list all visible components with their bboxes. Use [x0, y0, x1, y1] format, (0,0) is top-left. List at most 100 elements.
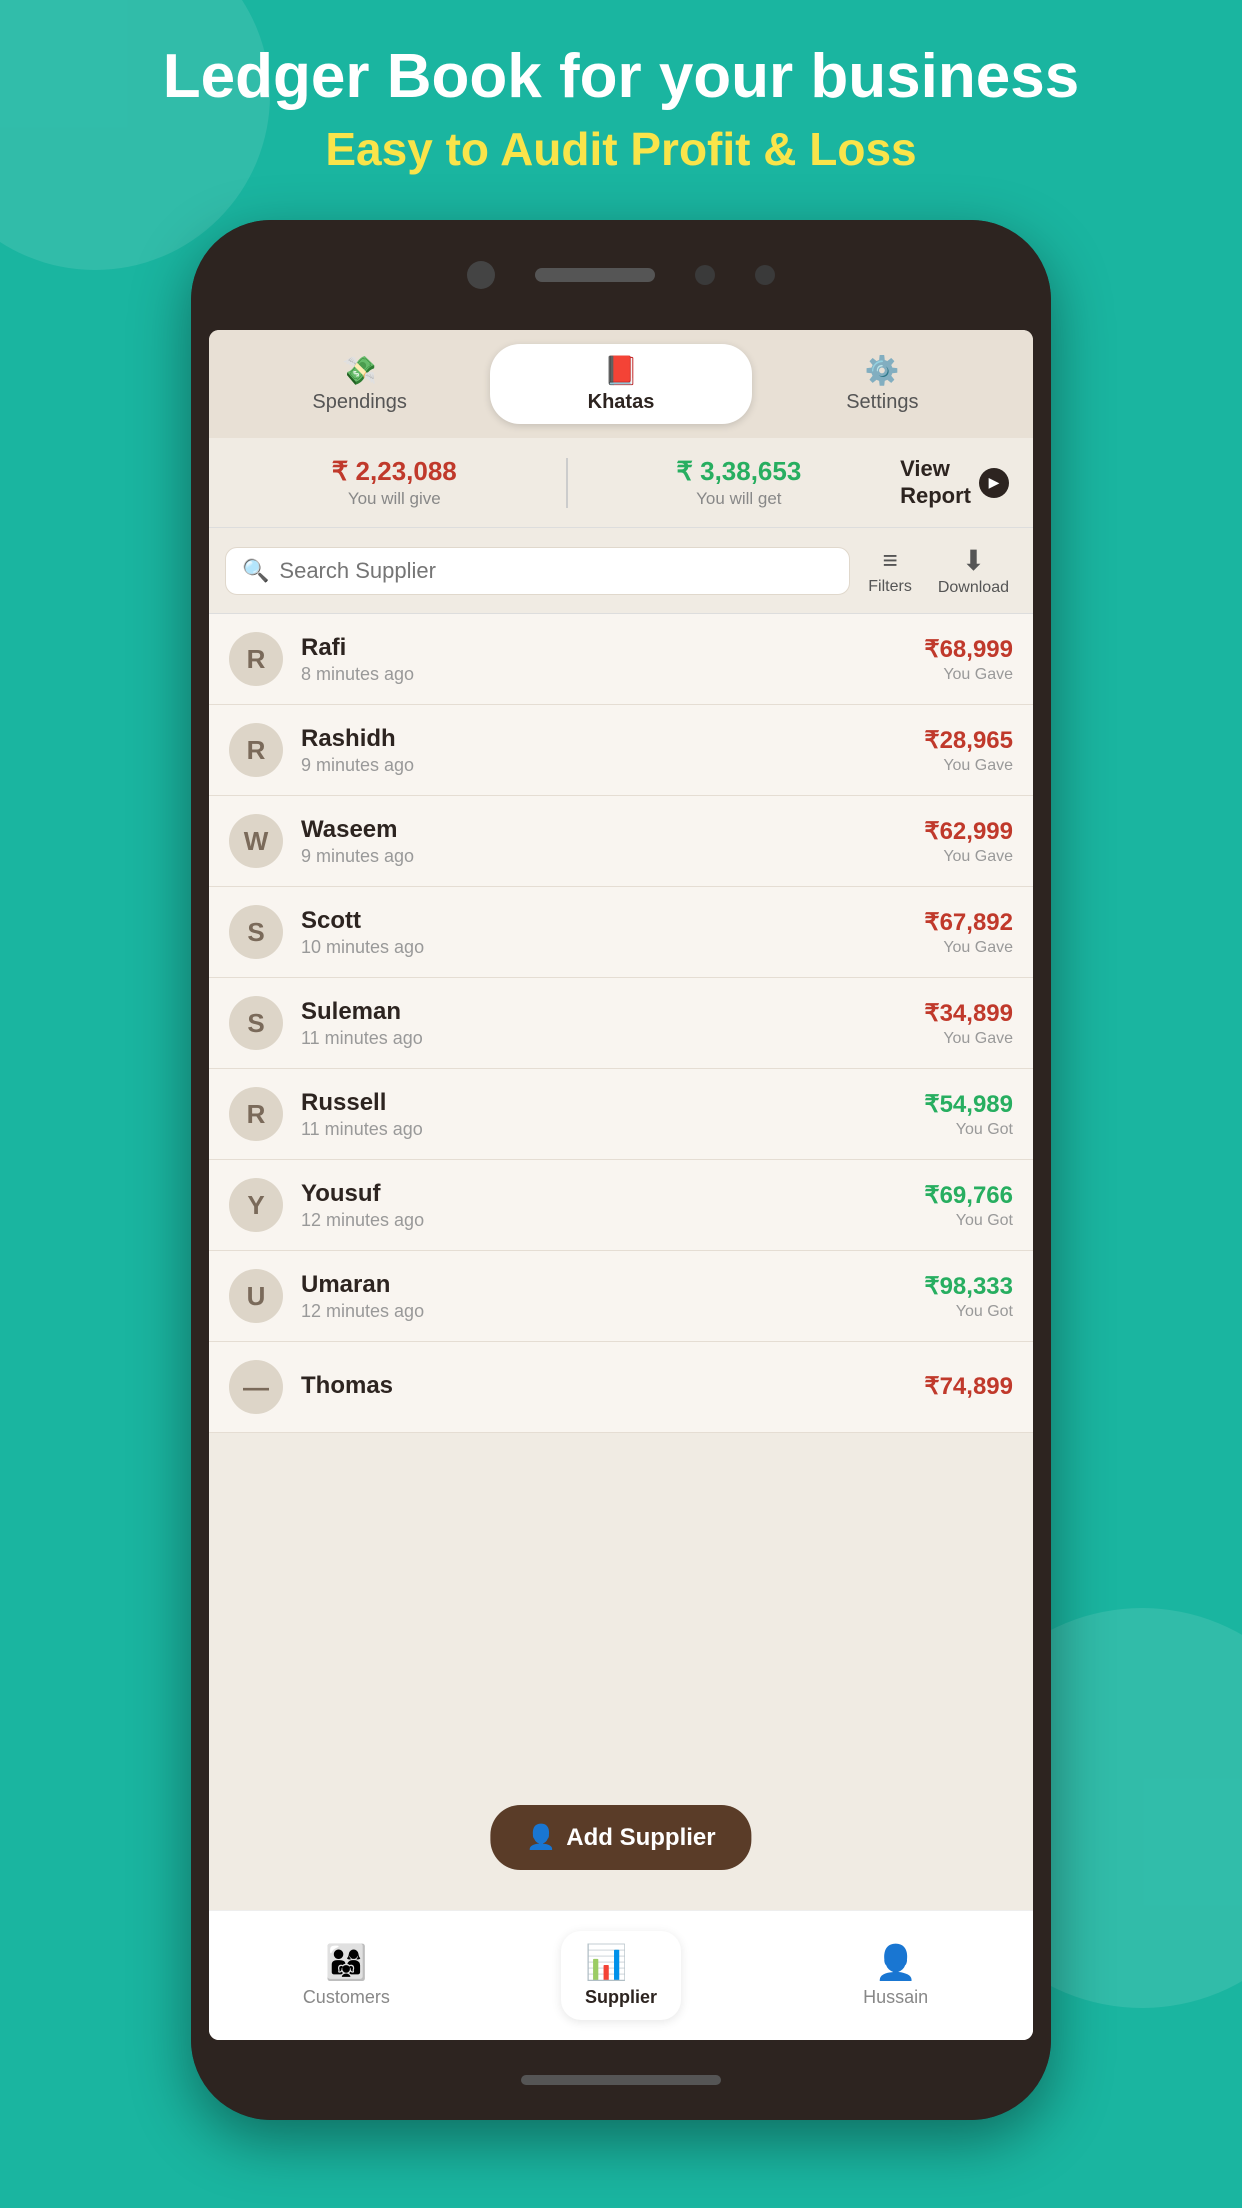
phone-frame: 💸 Spendings 📕 Khatas ⚙️ Settings ₹ 2,23,…	[191, 220, 1051, 2120]
header-title: Ledger Book for your business	[60, 40, 1182, 114]
settings-label: Settings	[846, 391, 918, 414]
supplier-name: Waseem	[301, 816, 924, 844]
phone-sensor	[695, 265, 715, 285]
search-input[interactable]	[279, 558, 833, 584]
supplier-status: You Got	[924, 1303, 1013, 1321]
bottom-nav-customers[interactable]: 👨‍👩‍👧 Customers	[209, 1933, 484, 2018]
supplier-time: 12 minutes ago	[301, 1301, 924, 1322]
supplier-time: 10 minutes ago	[301, 937, 924, 958]
list-item[interactable]: R Rafi 8 minutes ago ₹68,999 You Gave	[209, 614, 1033, 705]
supplier-name: Thomas	[301, 1372, 924, 1400]
supplier-info: Suleman 11 minutes ago	[301, 998, 924, 1049]
supplier-status: You Got	[924, 1121, 1013, 1139]
supplier-info: Umaran 12 minutes ago	[301, 1271, 924, 1322]
khatas-label: Khatas	[588, 391, 655, 414]
list-item[interactable]: S Scott 10 minutes ago ₹67,892 You Gave	[209, 887, 1033, 978]
supplier-name: Umaran	[301, 1271, 924, 1299]
list-item[interactable]: R Russell 11 minutes ago ₹54,989 You Got	[209, 1069, 1033, 1160]
phone-top-bar	[191, 220, 1051, 330]
view-report-button[interactable]: ViewReport ▶	[900, 456, 1009, 509]
list-item[interactable]: Y Yousuf 12 minutes ago ₹69,766 You Got	[209, 1160, 1033, 1251]
supplier-time: 12 minutes ago	[301, 1210, 924, 1231]
supplier-info: Rafi 8 minutes ago	[301, 634, 924, 685]
settings-icon: ⚙️	[865, 354, 900, 387]
filters-button[interactable]: ≡ Filters	[860, 541, 920, 600]
filter-icon: ≡	[882, 545, 897, 576]
supplier-info: Waseem 9 minutes ago	[301, 816, 924, 867]
screen-content: 💸 Spendings 📕 Khatas ⚙️ Settings ₹ 2,23,…	[209, 330, 1033, 2040]
supplier-status: You Gave	[924, 848, 1013, 866]
supplier-amount-section: ₹68,999 You Gave	[924, 635, 1013, 684]
summary-get: ₹ 3,38,653 You will get	[578, 456, 901, 509]
search-wrapper: 🔍	[225, 547, 850, 595]
view-report-text: ViewReport	[900, 456, 971, 509]
give-label: You will give	[233, 489, 556, 509]
supplier-avatar: R	[229, 632, 283, 686]
supplier-amount-section: ₹98,333 You Got	[924, 1272, 1013, 1321]
supplier-amount-section: ₹74,899	[924, 1372, 1013, 1403]
customers-label: Customers	[303, 1987, 390, 2008]
supplier-time: 9 minutes ago	[301, 755, 924, 776]
nav-tabs: 💸 Spendings 📕 Khatas ⚙️ Settings	[209, 330, 1033, 438]
supplier-amount-section: ₹34,899 You Gave	[924, 999, 1013, 1048]
supplier-amount-section: ₹54,989 You Got	[924, 1090, 1013, 1139]
bottom-nav-hussain[interactable]: 👤 Hussain	[758, 1933, 1033, 2018]
add-supplier-button[interactable]: 👤 Add Supplier	[490, 1805, 751, 1870]
download-icon: ⬇	[962, 544, 985, 577]
supplier-amount-section: ₹62,999 You Gave	[924, 817, 1013, 866]
give-amount: ₹ 2,23,088	[233, 456, 556, 487]
supplier-avatar: —	[229, 1360, 283, 1414]
supplier-amount-section: ₹69,766 You Got	[924, 1181, 1013, 1230]
supplier-info: Thomas	[301, 1372, 924, 1402]
supplier-amount: ₹28,965	[924, 726, 1013, 755]
supplier-amount: ₹67,892	[924, 908, 1013, 937]
supplier-name: Rafi	[301, 634, 924, 662]
supplier-list: R Rafi 8 minutes ago ₹68,999 You Gave R …	[209, 614, 1033, 1433]
tab-spendings[interactable]: 💸 Spendings	[229, 344, 490, 424]
header-section: Ledger Book for your business Easy to Au…	[0, 40, 1242, 176]
supplier-status: You Gave	[924, 757, 1013, 775]
supplier-name: Rashidh	[301, 725, 924, 753]
bottom-nav-supplier[interactable]: 📊 Supplier	[484, 1921, 759, 2030]
phone-bottom-bar	[191, 2040, 1051, 2120]
phone-speaker	[535, 268, 655, 282]
hussain-icon: 👤	[875, 1943, 917, 1983]
supplier-time: 11 minutes ago	[301, 1119, 924, 1140]
supplier-name: Yousuf	[301, 1180, 924, 1208]
supplier-name: Suleman	[301, 998, 924, 1026]
list-item[interactable]: W Waseem 9 minutes ago ₹62,999 You Gave	[209, 796, 1033, 887]
list-item[interactable]: — Thomas ₹74,899	[209, 1342, 1033, 1433]
supplier-amount: ₹69,766	[924, 1181, 1013, 1210]
supplier-avatar: Y	[229, 1178, 283, 1232]
play-icon: ▶	[979, 468, 1009, 498]
tab-khatas[interactable]: 📕 Khatas	[490, 344, 751, 424]
phone-screen: 💸 Spendings 📕 Khatas ⚙️ Settings ₹ 2,23,…	[209, 330, 1033, 2040]
supplier-status: You Gave	[924, 1030, 1013, 1048]
supplier-status: You Got	[924, 1212, 1013, 1230]
supplier-icon: 📊	[585, 1943, 657, 1983]
tab-settings[interactable]: ⚙️ Settings	[752, 344, 1013, 424]
supplier-label: Supplier	[585, 1987, 657, 2008]
list-item[interactable]: U Umaran 12 minutes ago ₹98,333 You Got	[209, 1251, 1033, 1342]
list-item[interactable]: R Rashidh 9 minutes ago ₹28,965 You Gave	[209, 705, 1033, 796]
supplier-amount: ₹34,899	[924, 999, 1013, 1028]
bottom-navigation: 👨‍👩‍👧 Customers 📊 Supplier 👤 Hussain	[209, 1910, 1033, 2040]
supplier-amount: ₹62,999	[924, 817, 1013, 846]
phone-sensor-2	[755, 265, 775, 285]
header-subtitle: Easy to Audit Profit & Loss	[60, 122, 1182, 176]
supplier-time: 9 minutes ago	[301, 846, 924, 867]
supplier-amount-section: ₹67,892 You Gave	[924, 908, 1013, 957]
supplier-amount: ₹68,999	[924, 635, 1013, 664]
supplier-info: Rashidh 9 minutes ago	[301, 725, 924, 776]
list-item[interactable]: S Suleman 11 minutes ago ₹34,899 You Gav…	[209, 978, 1033, 1069]
supplier-name: Russell	[301, 1089, 924, 1117]
supplier-amount-section: ₹28,965 You Gave	[924, 726, 1013, 775]
summary-give: ₹ 2,23,088 You will give	[233, 456, 556, 509]
supplier-active-bg: 📊 Supplier	[561, 1931, 681, 2020]
download-button[interactable]: ⬇ Download	[930, 540, 1017, 601]
hussain-label: Hussain	[863, 1987, 928, 2008]
supplier-info: Russell 11 minutes ago	[301, 1089, 924, 1140]
supplier-time: 11 minutes ago	[301, 1028, 924, 1049]
summary-divider	[566, 458, 568, 508]
home-indicator	[521, 2075, 721, 2085]
